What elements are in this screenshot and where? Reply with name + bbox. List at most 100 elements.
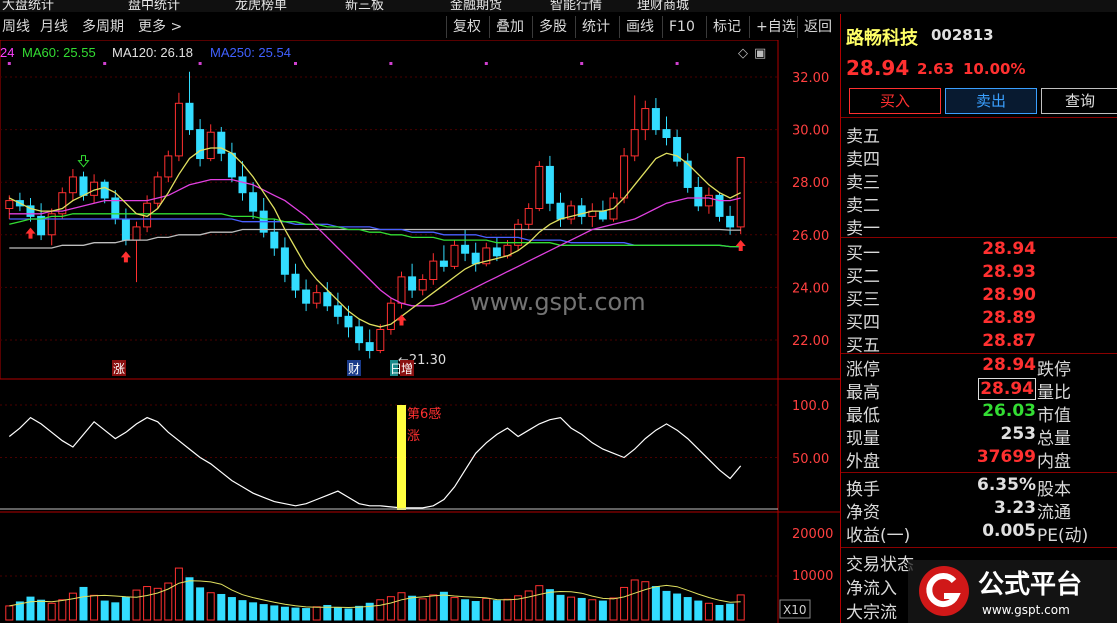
kline-chart[interactable]: 24 MA60: 25.55 MA120: 26.18 MA250: 25.54… <box>0 40 840 623</box>
volume-bar <box>450 597 459 621</box>
volume-bar <box>355 605 364 621</box>
chart-annotations: ←21.30 涨 财 日 增 第6感 涨 www.gspt.com <box>112 288 646 444</box>
logo-text: 公式平台 <box>978 569 1082 600</box>
chart-toolbar: 周线 月线 多周期 更多 > 复权 叠加 多股 统计 画线 F10 标记 +自选… <box>0 14 840 40</box>
price-tick: 32.00 <box>792 71 829 86</box>
candle-body <box>132 226 141 241</box>
top-menu-item[interactable]: 大盘统计 <box>2 0 54 12</box>
indicator-signal-bar <box>397 405 406 510</box>
top-menu-item[interactable]: 理财商城 <box>637 0 689 12</box>
candle-body <box>620 155 629 199</box>
stat-row: 涨停 28.94 跌停 <box>846 355 1071 380</box>
sell-signal-arrow-icon <box>77 155 90 168</box>
top-menu-item[interactable]: 新三板 <box>345 0 384 12</box>
candle-body <box>174 102 183 157</box>
adjust-button[interactable]: 复权 <box>446 16 487 38</box>
candle-body <box>249 192 258 212</box>
volume-bar <box>461 599 470 621</box>
top-menu-item[interactable]: 盘中统计 <box>128 0 180 12</box>
volume-bar <box>641 581 650 621</box>
ma120-legend: MA120: 26.18 <box>112 45 193 60</box>
stat-row: 外盘 37699 内盘 <box>846 447 1071 472</box>
volume-bar <box>630 579 639 621</box>
add-watchlist-button[interactable]: +自选 <box>749 16 802 38</box>
weekly-tab[interactable]: 周线 <box>2 16 30 38</box>
volume-bar <box>302 608 311 621</box>
candle-body <box>683 160 692 188</box>
volume-bar <box>482 597 491 621</box>
volume-bar <box>206 592 215 621</box>
ma250-line <box>9 218 741 248</box>
top-menu-item[interactable]: 龙虎榜单 <box>235 0 287 12</box>
overlay-button[interactable]: 叠加 <box>489 16 530 38</box>
volume-bar <box>143 586 152 621</box>
candle-body <box>333 305 342 317</box>
stats-button[interactable]: 统计 <box>575 16 616 38</box>
volume-bar <box>439 591 448 621</box>
quote-panel: 路畅科技 002813 28.94 2.63 10.00% 买入 卖出 查询 卖… <box>840 14 1117 623</box>
candle-body <box>694 186 703 207</box>
volume-bar <box>471 601 480 621</box>
multi-stock-button[interactable]: 多股 <box>532 16 573 38</box>
volume-bar <box>79 586 88 621</box>
mark-button[interactable]: 标记 <box>706 16 747 38</box>
query-button[interactable]: 查询 <box>1041 88 1117 114</box>
volume-bar <box>704 602 713 621</box>
signal-dot <box>675 62 679 65</box>
draw-line-button[interactable]: 画线 <box>619 16 660 38</box>
volume-bar <box>524 590 533 621</box>
multi-period-tab[interactable]: 多周期 <box>82 16 124 38</box>
volume-bar <box>132 589 141 621</box>
buy-button[interactable]: 买入 <box>849 88 941 114</box>
more-menu[interactable]: 更多 > <box>138 16 182 38</box>
volume-unit: X10 <box>783 603 807 617</box>
candle-body <box>408 276 417 291</box>
back-button[interactable]: 返回 <box>797 16 838 38</box>
volume-bar <box>68 592 77 621</box>
monthly-tab[interactable]: 月线 <box>40 16 68 38</box>
volume-bar <box>249 602 258 621</box>
candle-body <box>5 200 14 210</box>
candle-body <box>68 176 77 194</box>
divider <box>841 237 1117 238</box>
candle-body <box>90 181 99 196</box>
diamond-icon[interactable]: ◇ <box>738 46 748 61</box>
indicator-tick: 50.00 <box>792 452 829 467</box>
candle-body <box>736 156 745 228</box>
buy-signal-arrow-icon <box>735 240 746 252</box>
signal-dot <box>389 62 393 65</box>
signal-dot <box>103 62 107 65</box>
price-tick: 24.00 <box>792 281 829 296</box>
volume-bar <box>736 594 745 621</box>
volume-bar <box>609 597 618 621</box>
volume-bar <box>694 600 703 621</box>
candle-body <box>227 152 236 178</box>
buy-level: 买二 28.93 <box>846 262 1036 287</box>
candle-body <box>355 326 364 344</box>
volume-bar <box>726 603 735 621</box>
candle-body <box>545 165 554 204</box>
volume-bar <box>312 606 321 621</box>
sell-level: 卖四 <box>846 150 880 170</box>
volume-bars <box>0 567 778 621</box>
candle-body <box>100 181 109 199</box>
sell-button[interactable]: 卖出 <box>945 88 1037 114</box>
top-menu-item[interactable]: 智能行情 <box>550 0 602 12</box>
candle-body <box>344 315 353 328</box>
buy-signal-arrow-icon <box>120 251 131 263</box>
candle-body <box>217 131 226 154</box>
volume-bar <box>5 605 14 621</box>
candle-body <box>450 244 459 267</box>
volume-bar <box>588 599 597 621</box>
volume-bar <box>111 602 120 621</box>
candle-body <box>630 129 639 157</box>
price-tick: 28.00 <box>792 176 829 191</box>
candle-body <box>535 165 544 209</box>
candle-body <box>365 342 374 352</box>
window-icon[interactable]: ▣ <box>754 46 766 61</box>
divider <box>841 472 1117 473</box>
f10-button[interactable]: F10 <box>662 16 701 38</box>
volume-bar <box>577 597 586 621</box>
candle-body <box>164 155 173 178</box>
top-menu-item[interactable]: 金融期货 <box>450 0 502 12</box>
